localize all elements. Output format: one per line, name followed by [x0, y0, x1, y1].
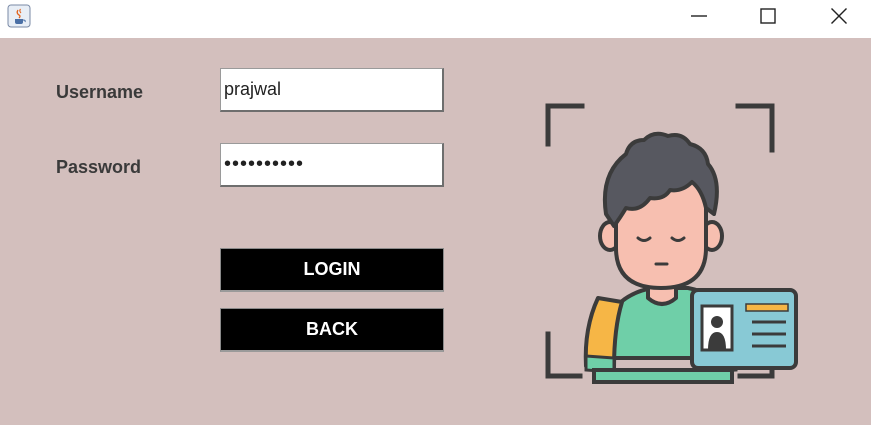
login-panel: Username prajwal Password •••••••••• LOG… [0, 38, 871, 425]
minimize-button[interactable] [676, 0, 722, 32]
password-label: Password [56, 157, 142, 177]
close-icon [831, 8, 847, 24]
password-input[interactable]: •••••••••• [220, 143, 444, 187]
login-button[interactable]: LOGIN [220, 248, 444, 292]
id-card-icon [690, 288, 798, 370]
face-id-illustration [545, 103, 798, 384]
minimize-icon [691, 15, 707, 17]
application-window: Username prajwal Password •••••••••• LOG… [0, 0, 871, 425]
maximize-icon [760, 8, 776, 24]
username-input[interactable]: prajwal [220, 68, 444, 112]
close-button[interactable] [816, 0, 862, 32]
title-bar[interactable] [0, 0, 871, 38]
maximize-button[interactable] [745, 0, 791, 32]
java-app-icon [7, 4, 31, 28]
back-button[interactable]: BACK [220, 308, 444, 352]
username-label: Username [56, 82, 144, 102]
